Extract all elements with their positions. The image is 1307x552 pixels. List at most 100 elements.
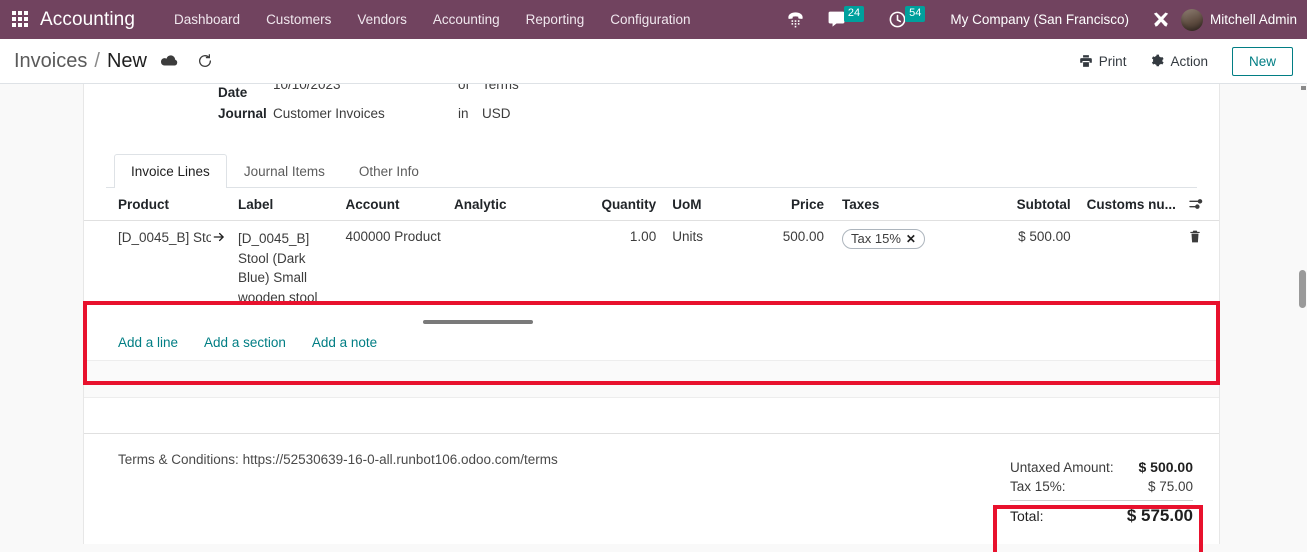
terms-and-conditions: Terms & Conditions: https://52530639-16-… (84, 452, 558, 534)
internal-link-arrow-icon[interactable] (212, 230, 226, 244)
table-row[interactable]: [D_0045_B] Stoo [D_0045_B] Stool (Dark B… (84, 221, 1219, 316)
tab-invoice-lines[interactable]: Invoice Lines (114, 154, 227, 188)
cell-customs[interactable] (1077, 221, 1182, 316)
add-a-section-link[interactable]: Add a section (204, 335, 286, 350)
payment-terms-value[interactable]: Terms (482, 84, 519, 92)
control-panel: Invoices / New Print Action New (0, 39, 1307, 84)
due-date-value[interactable]: 10/10/2023 (273, 84, 458, 92)
company-switcher[interactable]: My Company (San Francisco) (938, 12, 1141, 27)
column-header-account[interactable]: Account (339, 188, 448, 221)
cell-subtotal: $ 500.00 (1018, 229, 1071, 244)
journal-suffix: in (458, 106, 469, 121)
avatar[interactable] (1180, 8, 1203, 31)
menu-item-configuration[interactable]: Configuration (597, 2, 703, 37)
add-a-note-link[interactable]: Add a note (312, 335, 377, 350)
menu-item-vendors[interactable]: Vendors (344, 2, 420, 37)
totals-row-total: Total: $ 575.00 (1010, 500, 1193, 528)
tab-journal-items[interactable]: Journal Items (227, 154, 342, 188)
breadcrumb-invoices[interactable]: Invoices (14, 50, 87, 73)
scrollbar-thumb[interactable] (423, 320, 533, 324)
breadcrumb: Invoices / New (14, 50, 213, 73)
menu-item-reporting[interactable]: Reporting (513, 2, 598, 37)
breadcrumb-current: New (106, 49, 147, 72)
trash-icon[interactable] (1182, 221, 1219, 316)
header-fields: Due Date 10/10/2023 of Terms Journal Cus… (84, 84, 1219, 142)
column-header-product[interactable]: Product (84, 188, 232, 221)
field-row-journal: Journal Customer Invoices in USD (118, 99, 1185, 128)
invoice-footer: Terms & Conditions: https://52530639-16-… (84, 434, 1219, 534)
cell-price[interactable]: 500.00 (730, 221, 830, 316)
record-save-discard (160, 53, 213, 69)
cell-analytic[interactable] (448, 221, 585, 316)
journal-label: Journal (218, 106, 267, 121)
total-label: Total: (1010, 508, 1044, 524)
messages-badge-count: 24 (843, 5, 865, 22)
app-brand-accounting[interactable]: Accounting (40, 9, 135, 31)
lines-empty-band-2 (84, 398, 1219, 434)
tax-tag[interactable]: Tax 15% ✕ (842, 229, 925, 249)
cell-account[interactable]: 400000 Product (339, 221, 448, 316)
page-vertical-scrollbar[interactable] (1299, 84, 1306, 552)
totals-row-untaxed: Untaxed Amount: $ 500.00 (1010, 457, 1193, 477)
apps-grid-icon[interactable] (12, 10, 30, 29)
cell-product[interactable]: [D_0045_B] Stoo (84, 221, 232, 316)
invoice-lines-table: Product Label Account Analytic Quantity … (84, 188, 1219, 315)
optional-columns-toggle[interactable] (1181, 188, 1219, 221)
form-scroll-area: Due Date 10/10/2023 of Terms Journal Cus… (0, 84, 1307, 552)
menu-item-customers[interactable]: Customers (253, 2, 344, 37)
messages-counter[interactable]: 24 (816, 0, 877, 39)
cell-label[interactable]: [D_0045_B] Stool (Dark Blue) Small woode… (232, 221, 339, 316)
column-header-label[interactable]: Label (232, 188, 340, 221)
totals-summary: Untaxed Amount: $ 500.00 Tax 15%: $ 75.0… (1002, 452, 1202, 534)
cloud-save-icon[interactable] (160, 54, 179, 68)
add-a-line-link[interactable]: Add a line (118, 335, 178, 350)
untaxed-amount-value: $ 500.00 (1138, 459, 1194, 475)
product-name: [D_0045_B] Stoo (118, 229, 211, 245)
column-header-taxes[interactable]: Taxes (830, 188, 976, 221)
column-header-quantity[interactable]: Quantity (585, 188, 663, 221)
tax-value: $ 75.00 (1147, 479, 1193, 494)
untaxed-amount-label: Untaxed Amount: (1010, 460, 1114, 475)
new-button[interactable]: New (1231, 46, 1293, 76)
top-navbar: Accounting Dashboard Customers Vendors A… (0, 0, 1307, 39)
vertical-scrollbar-thumb[interactable] (1299, 270, 1306, 308)
column-header-price[interactable]: Price (729, 188, 831, 221)
total-value: $ 575.00 (1126, 506, 1193, 525)
discard-undo-icon[interactable] (197, 53, 213, 69)
due-date-label: Due Date (218, 84, 248, 100)
invoice-lines-table-wrapper: Product Label Account Analytic Quantity … (84, 188, 1219, 327)
cell-uom[interactable]: Units (662, 221, 730, 316)
control-panel-actions: Print Action New (1067, 46, 1293, 76)
menu-item-accounting[interactable]: Accounting (420, 2, 513, 37)
tax-remove-x-icon[interactable]: ✕ (906, 232, 916, 246)
currency-value[interactable]: USD (482, 106, 511, 121)
add-row-links: Add a line Add a section Add a note (84, 327, 1219, 361)
user-menu[interactable]: Mitchell Admin (1210, 12, 1299, 27)
tax-label[interactable]: Tax 15%: (1010, 479, 1066, 494)
print-button[interactable]: Print (1067, 49, 1139, 74)
tools-wrench-icon[interactable] (1141, 0, 1181, 39)
print-label: Print (1098, 53, 1127, 69)
column-header-uom[interactable]: UoM (662, 188, 730, 221)
journal-value[interactable]: Customer Invoices (273, 106, 458, 121)
table-header-row: Product Label Account Analytic Quantity … (84, 188, 1219, 221)
activities-counter[interactable]: 54 (877, 0, 938, 39)
action-button[interactable]: Action (1138, 49, 1220, 74)
due-date-suffix: of (458, 84, 470, 92)
activities-badge-count: 54 (905, 5, 926, 22)
phone-dialpad-icon[interactable] (775, 0, 816, 39)
lines-horizontal-scrollbar[interactable] (84, 319, 1219, 327)
action-label: Action (1170, 53, 1208, 69)
field-row-due-date: Due Date 10/10/2023 of Terms (118, 84, 1185, 100)
column-header-analytic[interactable]: Analytic (447, 188, 586, 221)
cell-quantity[interactable]: 1.00 (585, 221, 662, 316)
tab-other-info[interactable]: Other Info (342, 154, 436, 188)
terms-url-link[interactable]: https://52530639-16-0-all.runbot106.odoo… (243, 452, 558, 467)
column-header-subtotal[interactable]: Subtotal (975, 188, 1077, 221)
breadcrumb-separator: / (94, 49, 100, 72)
menu-item-dashboard[interactable]: Dashboard (161, 2, 253, 37)
invoice-form-sheet: Due Date 10/10/2023 of Terms Journal Cus… (83, 84, 1220, 544)
column-header-customs[interactable]: Customs nu... (1076, 188, 1182, 221)
totals-row-tax: Tax 15%: $ 75.00 (1010, 477, 1193, 496)
cell-taxes[interactable]: Tax 15% ✕ (830, 221, 975, 316)
